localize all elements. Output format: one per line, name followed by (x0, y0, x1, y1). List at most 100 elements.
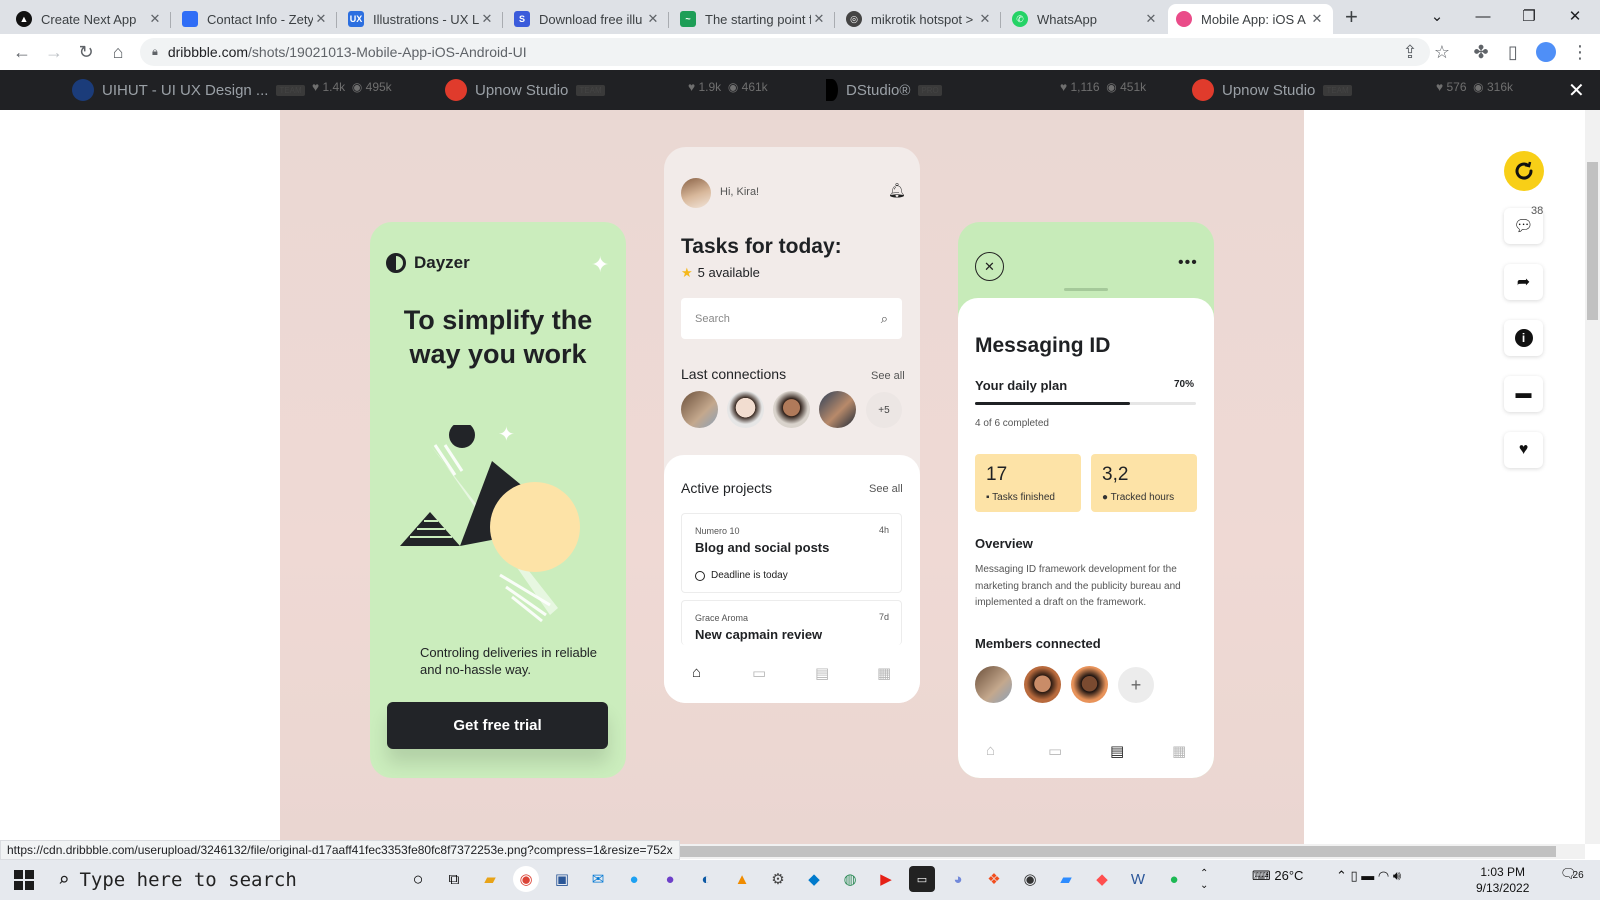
tab-create-next-app[interactable]: ▲ Create Next App ✕ (8, 4, 171, 34)
info-button[interactable]: i (1504, 320, 1543, 356)
taskbar-search[interactable]: ⌕ Type here to search (52, 862, 392, 898)
search-icon: ⌕ (880, 310, 888, 326)
notifications-button[interactable]: 🗨︎26 (1560, 866, 1584, 882)
bookmark-star-icon[interactable]: ☆ (1430, 42, 1454, 62)
minimize-button[interactable]: — (1460, 0, 1506, 32)
earth-icon[interactable]: ◍ (837, 866, 863, 892)
chrome-icon[interactable]: ◉ (513, 866, 539, 892)
close-icon[interactable]: ✕ (977, 11, 993, 27)
last-connections-heading: Last connections (681, 366, 787, 382)
task-view-icon[interactable]: ⧉ (441, 866, 467, 892)
tab-whatsapp[interactable]: ✆ WhatsApp ✕ (1004, 4, 1167, 34)
close-icon[interactable]: ✕ (1143, 11, 1159, 27)
edge-icon[interactable]: ◐ (693, 866, 719, 892)
likes-count: 1.9k (698, 80, 722, 94)
clipboard-icon: ▤ (815, 665, 830, 682)
more-options-icon: ••• (1178, 254, 1198, 271)
date: 9/13/2022 (1476, 881, 1530, 895)
weather-widget[interactable]: ⌨ 26°C (1252, 868, 1303, 884)
close-icon[interactable]: ✕ (811, 11, 827, 27)
close-icon[interactable]: ✕ (645, 11, 661, 27)
related-shot-uihut[interactable]: UIHUT - UI UX Design ... TEAM (72, 76, 305, 104)
windows-start-icon[interactable] (14, 870, 34, 890)
tab-zety[interactable]: Contact Info - Zety ✕ (174, 4, 337, 34)
close-icon[interactable]: ✕ (1309, 11, 1325, 27)
profile-avatar[interactable] (1536, 42, 1556, 62)
project-duration: 7d (878, 612, 889, 622)
geometric-illustration: ✦ (400, 425, 580, 623)
youtube-icon[interactable]: ▶ (873, 866, 899, 892)
likes-count: 576 (1446, 80, 1467, 94)
connection-avatar (819, 391, 856, 428)
github-icon[interactable]: ● (657, 866, 683, 892)
tab-download-illustrations[interactable]: S Download free illu ✕ (506, 4, 669, 34)
share-button[interactable]: ➦ (1504, 264, 1543, 300)
twitter-icon[interactable]: ● (621, 866, 647, 892)
members-heading: Members connected (975, 636, 1101, 651)
upnow-logo (1192, 79, 1214, 101)
clock[interactable]: 1:03 PM 9/13/2022 (1476, 864, 1529, 896)
tab-illustrations[interactable]: UX Illustrations - UX L ✕ (340, 4, 503, 34)
shot-owner: DStudio® (846, 81, 911, 99)
address-bar[interactable]: 🔒︎ dribbble.com/shots/19021013-Mobile-Ap… (140, 38, 1430, 66)
tab-search-button[interactable]: ⌄ (1414, 0, 1460, 32)
tray-overflow-icon[interactable]: ⌃ ⌄ (1200, 868, 1208, 892)
terminal-icon[interactable]: ▭ (909, 866, 935, 892)
window-close-button[interactable]: ✕ (1552, 0, 1598, 32)
zoom-icon[interactable]: ▰ (1053, 866, 1079, 892)
menu-kebab-icon[interactable]: ⋮ (1568, 42, 1592, 62)
vlc-icon[interactable]: ▲ (729, 866, 755, 892)
spotify-icon[interactable]: ● (1161, 866, 1187, 892)
likes-count: 1.4k (322, 80, 346, 94)
discord-icon[interactable]: ◕ (945, 866, 971, 892)
close-bar-button[interactable]: ✕ (1568, 78, 1585, 103)
user-avatar (681, 178, 711, 208)
reload-button[interactable]: ↻ (74, 42, 98, 62)
file-explorer-icon[interactable]: ▰ (477, 866, 503, 892)
back-button[interactable]: ← (10, 42, 34, 62)
related-shot-upnow-1[interactable]: Upnow Studio TEAM (445, 76, 605, 104)
connection-avatar (773, 391, 810, 428)
mail-icon[interactable]: ✉ (585, 866, 611, 892)
vertical-scroll-thumb[interactable] (1587, 162, 1598, 320)
views-count: 451k (1120, 80, 1147, 94)
new-tab-button[interactable]: + (1345, 4, 1358, 30)
vscode-icon[interactable]: ◆ (801, 866, 827, 892)
close-icon[interactable]: ✕ (313, 11, 329, 27)
related-shot-dstudio[interactable]: DStudio® PRO (826, 76, 942, 104)
system-tray-icons[interactable]: ⌃ ▯ ▬ ◠ 🔊︎ (1336, 868, 1401, 884)
tab-title: The starting point f (705, 11, 811, 27)
maximize-button[interactable]: ❐ (1506, 0, 1552, 32)
side-panel-icon[interactable]: ▯ (1501, 42, 1525, 62)
settings-gear-icon[interactable]: ⚙ (765, 866, 791, 892)
share-icon[interactable]: ⇪ (1398, 42, 1422, 62)
dribbble-icon (1176, 11, 1192, 27)
forward-button[interactable]: → (42, 42, 66, 62)
figma-icon[interactable]: ❖ (981, 866, 1007, 892)
store-icon[interactable]: ▣ (549, 866, 575, 892)
home-button[interactable]: ⌂ (106, 42, 130, 62)
close-icon[interactable]: ✕ (479, 11, 495, 27)
tab-starting-point[interactable]: ~ The starting point f ✕ (672, 4, 835, 34)
star-icon: ★ (681, 265, 693, 280)
shot-owner: Upnow Studio (1222, 81, 1316, 99)
anydesk-icon[interactable]: ◆ (1089, 866, 1115, 892)
notifications-count: 26 (1572, 870, 1584, 881)
related-shot-upnow-2[interactable]: Upnow Studio TEAM (1192, 76, 1352, 104)
tab-mobile-app-active[interactable]: Mobile App: iOS A ✕ (1168, 4, 1333, 34)
extensions-icon[interactable]: ✤ (1469, 42, 1493, 62)
cortana-icon[interactable]: ○ (405, 866, 431, 892)
loading-indicator[interactable] (1504, 151, 1544, 191)
member-avatar (975, 666, 1012, 703)
project-card: Numero 10 4h Blog and social posts Deadl… (681, 513, 902, 593)
close-icon[interactable]: ✕ (147, 11, 163, 27)
tab-title: Contact Info - Zety (207, 11, 313, 27)
tab-mikrotik[interactable]: ◎ mikrotik hotspot > ✕ (838, 4, 1001, 34)
save-to-collection-button[interactable]: ▬ (1504, 376, 1543, 412)
like-button[interactable]: ♥ (1504, 432, 1543, 468)
project-card: Grace Aroma 7d New capmain review (681, 600, 902, 645)
stat-value: 3,2 (1102, 464, 1129, 485)
music-icon[interactable]: ◉ (1017, 866, 1043, 892)
folder-icon: ▭ (752, 665, 767, 682)
word-icon[interactable]: W (1125, 866, 1151, 892)
